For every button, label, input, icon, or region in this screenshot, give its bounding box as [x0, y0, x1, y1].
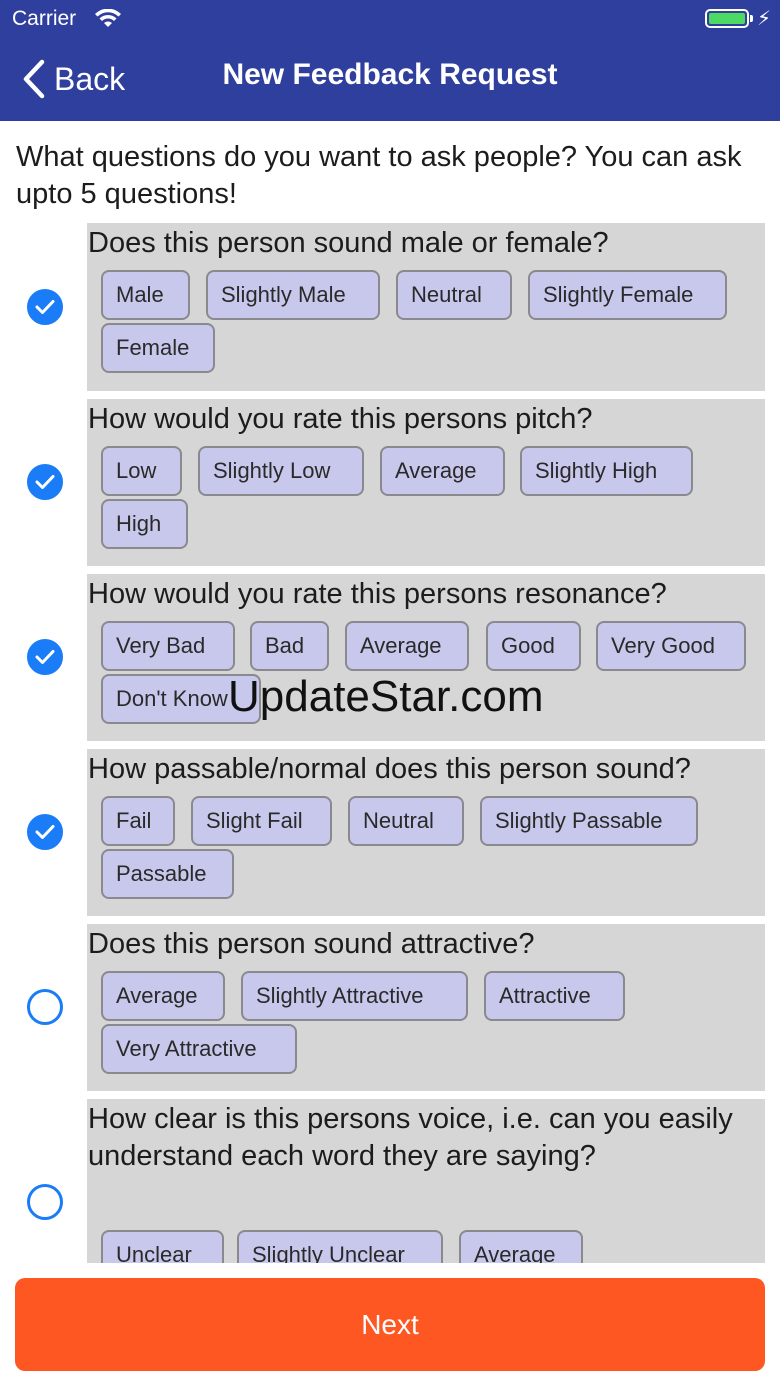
answer-option-chip[interactable]: Neutral: [396, 270, 512, 320]
answer-option-chip[interactable]: Slightly Attractive: [241, 971, 468, 1021]
question-text: How would you rate this persons pitch?: [88, 403, 593, 435]
answer-option-chip[interactable]: Low: [101, 446, 182, 496]
checkmark-icon: [35, 825, 55, 839]
answer-option-chip[interactable]: Slightly Passable: [480, 796, 698, 846]
wifi-icon: [95, 9, 121, 27]
answer-option-chip[interactable]: Don't Know: [101, 674, 261, 724]
question-text: Does this person sound attractive?: [88, 928, 535, 960]
answer-option-chip[interactable]: Slightly Unclear: [237, 1230, 443, 1263]
question-card: How passable/normal does this person sou…: [87, 749, 765, 916]
chevron-left-icon: [23, 59, 45, 99]
checkmark-icon: [35, 475, 55, 489]
answer-option-chip[interactable]: Average: [380, 446, 505, 496]
bolt-icon: ⚡: [757, 8, 772, 30]
question-text: How would you rate this persons resonanc…: [88, 578, 667, 610]
answer-option-chip[interactable]: Average: [101, 971, 225, 1021]
intro-text: What questions do you want to ask people…: [16, 141, 742, 210]
question-row: How clear is this persons voice, i.e. ca…: [0, 1099, 780, 1263]
answer-option-chip[interactable]: Slightly Low: [198, 446, 364, 496]
question-card: Does this person sound attractive? Averag…: [87, 924, 765, 1091]
answer-option-chip[interactable]: Slightly Male: [206, 270, 380, 320]
answer-option-chip[interactable]: Male: [101, 270, 190, 320]
question-card: Does this person sound male or female? Ma…: [87, 223, 765, 391]
answer-option-chip[interactable]: Average: [459, 1230, 583, 1263]
answer-option-chip[interactable]: Slightly Female: [528, 270, 727, 320]
answer-option-chip[interactable]: Very Good: [596, 621, 746, 671]
answer-option-chip[interactable]: Attractive: [484, 971, 625, 1021]
answer-option-chip[interactable]: Slightly High: [520, 446, 693, 496]
question-select-radio[interactable]: [27, 464, 63, 500]
answer-option-chip[interactable]: Female: [101, 323, 215, 373]
question-select-radio[interactable]: [27, 814, 63, 850]
question-text: How passable/normal does this person sou…: [88, 753, 691, 785]
answer-option-chip[interactable]: Very Bad: [101, 621, 235, 671]
question-select-radio[interactable]: [27, 1184, 63, 1220]
nav-bar: Carrier ⚡ Back New Feedback Request: [0, 0, 780, 121]
question-list[interactable]: Does this person sound male or female? Ma…: [0, 223, 780, 1263]
checkmark-icon: [35, 650, 55, 664]
question-select-radio[interactable]: [27, 639, 63, 675]
question-select-radio[interactable]: [27, 989, 63, 1025]
checkmark-icon: [35, 300, 55, 314]
question-row: Does this person sound male or female? Ma…: [0, 223, 780, 391]
back-button[interactable]: Back: [22, 56, 125, 102]
answer-option-chip[interactable]: Slight Fail: [191, 796, 332, 846]
battery-icon: [705, 9, 749, 28]
question-card: How would you rate this persons pitch? Lo…: [87, 399, 765, 566]
answer-option-chip[interactable]: Average: [345, 621, 469, 671]
answer-option-chip[interactable]: Good: [486, 621, 581, 671]
question-row: How would you rate this persons pitch? Lo…: [0, 399, 780, 566]
back-label: Back: [54, 60, 126, 97]
answer-option-chip[interactable]: Neutral: [348, 796, 464, 846]
question-row: Does this person sound attractive? Averag…: [0, 924, 780, 1091]
answer-option-chip[interactable]: Very Attractive: [101, 1024, 297, 1074]
question-card: How would you rate this persons resonanc…: [87, 574, 765, 741]
question-text: How clear is this persons voice, i.e. ca…: [88, 1103, 733, 1172]
answer-option-chip[interactable]: Passable: [101, 849, 234, 899]
question-row: How passable/normal does this person sou…: [0, 749, 780, 916]
next-button[interactable]: Next: [15, 1278, 765, 1371]
question-card: How clear is this persons voice, i.e. ca…: [87, 1099, 765, 1263]
answer-option-chip[interactable]: Fail: [101, 796, 175, 846]
question-text: Does this person sound male or female?: [88, 227, 609, 259]
answer-option-chip[interactable]: Bad: [250, 621, 329, 671]
question-select-radio[interactable]: [27, 289, 63, 325]
carrier-label: Carrier: [12, 7, 77, 30]
question-row: How would you rate this persons resonanc…: [0, 574, 780, 741]
answer-option-chip[interactable]: High: [101, 499, 188, 549]
answer-option-chip[interactable]: Unclear: [101, 1230, 224, 1263]
